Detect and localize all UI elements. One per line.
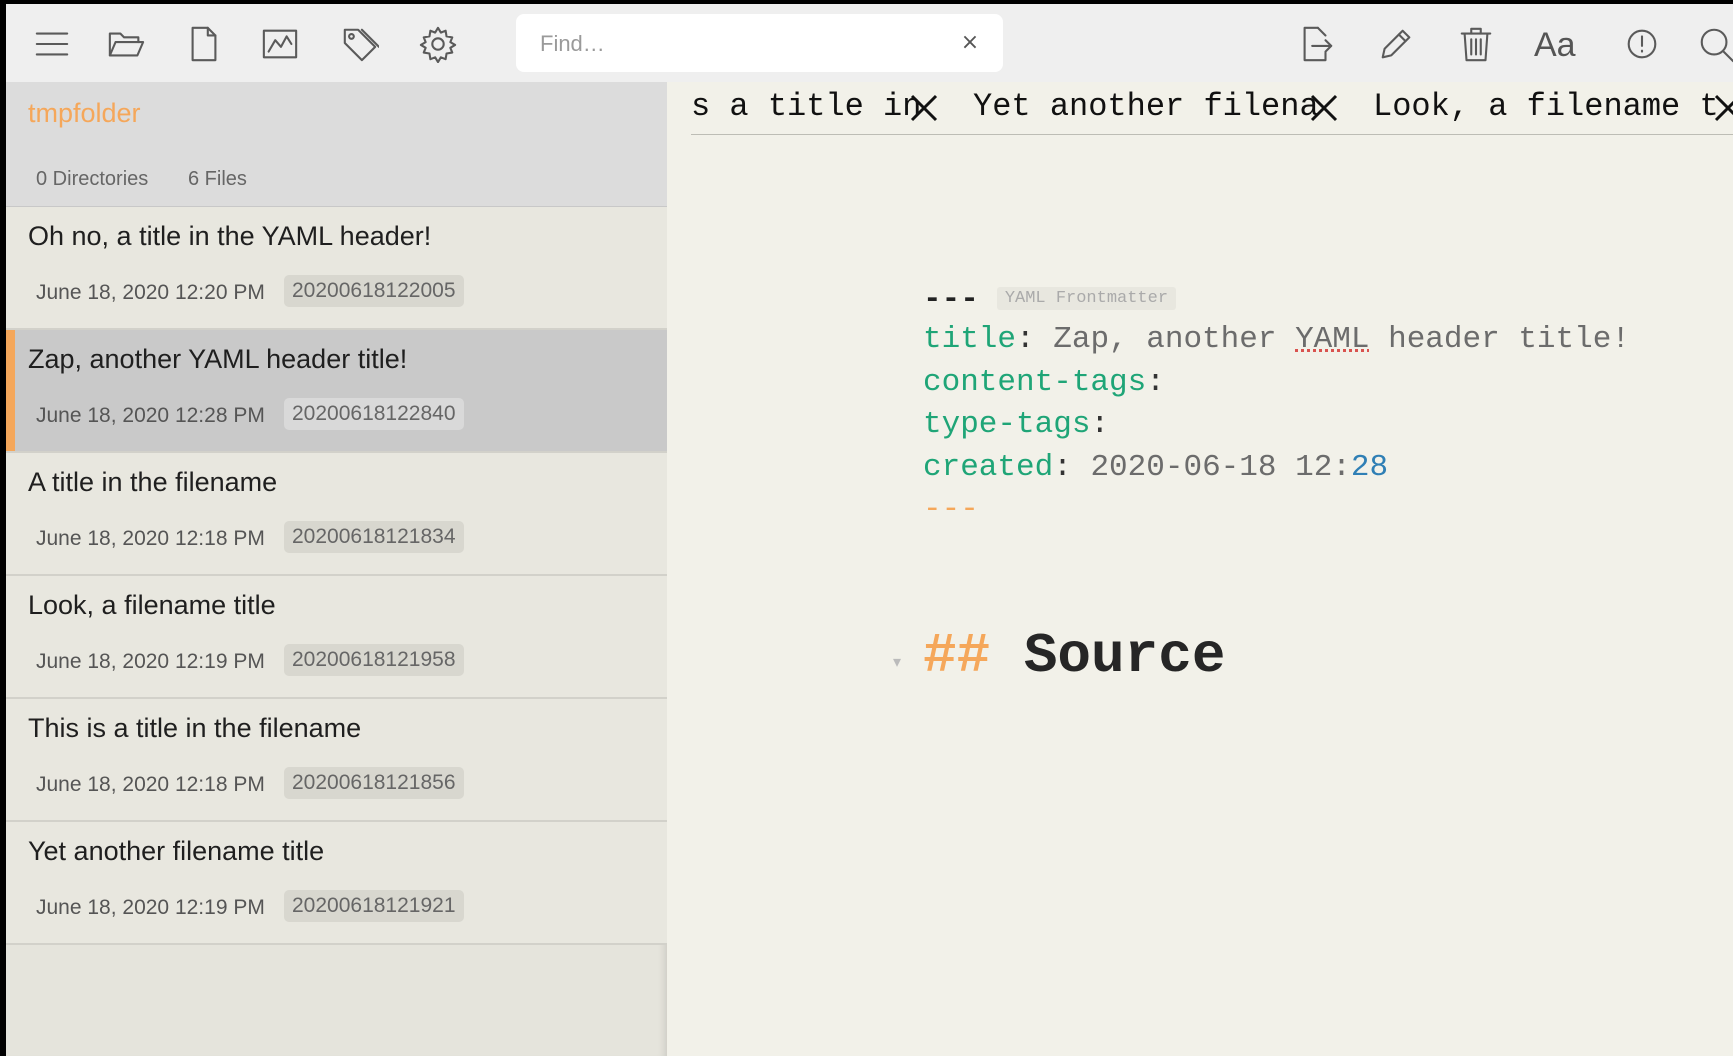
clear-search-button[interactable]: ×	[955, 28, 985, 58]
yaml-fence-open: --- YAML Frontmatter	[923, 282, 1177, 317]
app-window: × Aa tmpfolder 0 Directories 6 Files Oh …	[6, 4, 1733, 1056]
directory-header: tmpfolder 0 Directories 6 Files	[6, 82, 667, 207]
yaml-content-tags-line: content-tags:	[923, 365, 1165, 400]
heading-source: ▾ ## Source	[893, 624, 1226, 688]
file-date: June 18, 2020 12:20 PM	[36, 281, 265, 304]
file-date: June 18, 2020 12:19 PM	[36, 896, 265, 919]
close-icon[interactable]	[909, 88, 943, 128]
file-title: A title in the filename	[28, 467, 278, 497]
file-item-selected[interactable]: Zap, another YAML header title! June 18,…	[6, 330, 667, 453]
file-title: This is a title in the filename	[28, 713, 362, 743]
directory-count: 0 Directories	[36, 168, 149, 190]
file-id-badge: 20200618121958	[284, 644, 464, 676]
yaml-type-tags-line: type-tags:	[923, 407, 1110, 442]
menu-icon[interactable]	[32, 24, 72, 64]
file-id-badge: 20200618121856	[284, 767, 464, 799]
search-icon[interactable]	[1696, 24, 1733, 64]
file-id-badge: 20200618122840	[284, 398, 464, 430]
yaml-title-line: title: Zap, another YAML header title!	[923, 322, 1630, 357]
file-id-badge: 20200618122005	[284, 275, 464, 307]
file-date: June 18, 2020 12:18 PM	[36, 527, 265, 550]
search-input[interactable]	[538, 28, 942, 60]
tag-icon[interactable]	[340, 24, 380, 64]
tab-title-in-filename[interactable]: s a title in	[691, 88, 921, 128]
file-title: Zap, another YAML header title!	[28, 344, 408, 374]
folder-name[interactable]: tmpfolder	[28, 98, 141, 129]
file-list: Oh no, a title in the YAML header! June …	[6, 207, 667, 945]
export-icon[interactable]	[1296, 24, 1336, 64]
file-count: 6 Files	[188, 168, 247, 190]
file-title: Yet another filename title	[28, 836, 325, 866]
trash-icon[interactable]	[1456, 24, 1496, 64]
close-icon[interactable]	[1309, 88, 1343, 128]
file-date: June 18, 2020 12:18 PM	[36, 773, 265, 796]
gear-icon[interactable]	[418, 24, 458, 64]
file-item[interactable]: Oh no, a title in the YAML header! June …	[6, 207, 667, 330]
file-id-badge: 20200618121921	[284, 890, 464, 922]
editor-pane: s a title in Yet another filena Look, a …	[667, 82, 1733, 1056]
file-date: June 18, 2020 12:19 PM	[36, 650, 265, 673]
tab-bar: s a title in Yet another filena Look, a …	[691, 82, 1733, 135]
font-icon[interactable]: Aa	[1534, 26, 1576, 65]
folder-open-icon[interactable]	[106, 24, 146, 64]
file-icon[interactable]	[184, 24, 224, 64]
file-item[interactable]: A title in the filename June 18, 2020 12…	[6, 453, 667, 576]
close-icon[interactable]	[1713, 88, 1733, 128]
file-item[interactable]: This is a title in the filename June 18,…	[6, 699, 667, 822]
file-title: Look, a filename title	[28, 590, 276, 620]
file-id-badge: 20200618121834	[284, 521, 464, 553]
file-sidebar: tmpfolder 0 Directories 6 Files Oh no, a…	[6, 82, 667, 1056]
yaml-fence-close: ---	[923, 492, 979, 527]
file-title: Oh no, a title in the YAML header!	[28, 221, 432, 251]
search-box: ×	[516, 14, 1003, 72]
yaml-created-line: created: 2020-06-18 12:28	[923, 450, 1389, 485]
toolbar: × Aa	[6, 4, 1733, 82]
file-date: June 18, 2020 12:28 PM	[36, 404, 265, 427]
yaml-frontmatter-badge: YAML Frontmatter	[996, 287, 1177, 311]
fold-arrow-icon[interactable]: ▾	[893, 652, 901, 671]
chart-icon[interactable]	[260, 24, 300, 64]
file-item[interactable]: Look, a filename title June 18, 2020 12:…	[6, 576, 667, 699]
pencil-icon[interactable]	[1376, 24, 1416, 64]
tab-yet-another-filename[interactable]: Yet another filena	[973, 88, 1319, 128]
file-item[interactable]: Yet another filename title June 18, 2020…	[6, 822, 667, 945]
info-icon[interactable]	[1622, 24, 1662, 64]
tab-look-a-filename[interactable]: Look, a filename t	[1373, 88, 1719, 128]
